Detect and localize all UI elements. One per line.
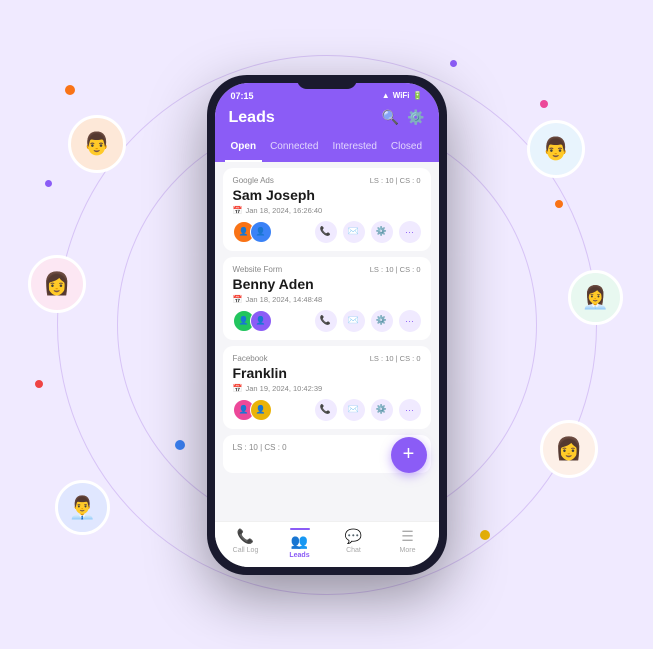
avatars-franklin: 👤 👤 — [233, 399, 272, 421]
dot-blue-1 — [175, 440, 185, 450]
dot-orange-1 — [65, 85, 75, 95]
more-btn-franklin[interactable]: ··· — [399, 399, 421, 421]
nav-leads[interactable]: 👥 Leads — [273, 528, 327, 559]
lead-card-franklin: Facebook LS : 10 | CS : 0 Franklin 📅 Jan… — [223, 346, 431, 429]
dot-red-1 — [35, 380, 43, 388]
avatar-benny-2: 👤 — [250, 310, 272, 332]
float-avatar-2: 👩 — [28, 255, 86, 313]
dot-purple-1 — [45, 180, 52, 187]
actions-benny: 📞 ✉️ ⚙️ ··· — [315, 310, 421, 332]
status-time: 07:15 — [231, 91, 254, 101]
more-btn-benny[interactable]: ··· — [399, 310, 421, 332]
call-btn-sam[interactable]: 📞 — [315, 221, 337, 243]
actions-franklin: 📞 ✉️ ⚙️ ··· — [315, 399, 421, 421]
leads-label: Leads — [289, 552, 309, 559]
footer-sam: 👤 👤 📞 ✉️ ⚙️ ··· — [233, 221, 421, 243]
calendar-icon-sam: 📅 — [233, 206, 243, 215]
dot-yellow-1 — [480, 530, 490, 540]
settings-btn-sam[interactable]: ⚙️ — [371, 221, 393, 243]
filter-icon[interactable]: ⚙️ — [407, 109, 424, 126]
tabs-bar: Open Connected Interested Closed — [215, 137, 439, 162]
float-avatar-1: 👨 — [68, 115, 126, 173]
header-icons: 🔍 ⚙️ — [382, 109, 425, 126]
bottom-nav: 📞 Call Log 👥 Leads 💬 Chat ☰ More — [215, 521, 439, 567]
date-franklin: 📅 Jan 19, 2024, 10:42:39 — [233, 384, 421, 393]
avatar-sam-2: 👤 — [250, 221, 272, 243]
leads-content: Google Ads LS : 10 | CS : 0 Sam Joseph 📅… — [215, 162, 439, 521]
name-sam: Sam Joseph — [233, 187, 421, 203]
tab-interested[interactable]: Interested — [326, 137, 382, 162]
phone-frame: 07:15 ▲ WiFi 🔋 Leads 🔍 ⚙️ Open Connected… — [207, 75, 447, 575]
actions-sam: 📞 ✉️ ⚙️ ··· — [315, 221, 421, 243]
footer-benny: 👤 👤 📞 ✉️ ⚙️ ··· — [233, 310, 421, 332]
dot-orange-2 — [555, 200, 563, 208]
date-text-sam: Jan 18, 2024, 16:26:40 — [245, 206, 322, 215]
calllog-icon: 📞 — [237, 528, 254, 545]
app-header: Leads 🔍 ⚙️ — [215, 105, 439, 137]
phone-notch — [297, 75, 357, 89]
float-avatar-3: 👨‍💼 — [55, 480, 110, 535]
name-benny: Benny Aden — [233, 276, 421, 292]
nav-leads-indicator — [290, 528, 310, 530]
email-btn-benny[interactable]: ✉️ — [343, 310, 365, 332]
call-btn-franklin[interactable]: 📞 — [315, 399, 337, 421]
status-icons: ▲ WiFi 🔋 — [382, 91, 423, 100]
calllog-label: Call Log — [233, 547, 259, 554]
tab-open[interactable]: Open — [225, 137, 263, 162]
email-btn-franklin[interactable]: ✉️ — [343, 399, 365, 421]
avatar-franklin-2: 👤 — [250, 399, 272, 421]
tab-closed[interactable]: Closed — [385, 137, 428, 162]
score-sam: LS : 10 | CS : 0 — [370, 176, 421, 185]
date-text-franklin: Jan 19, 2024, 10:42:39 — [245, 384, 322, 393]
avatars-sam: 👤 👤 — [233, 221, 272, 243]
settings-btn-franklin[interactable]: ⚙️ — [371, 399, 393, 421]
card-top-franklin: Facebook LS : 10 | CS : 0 — [233, 354, 421, 363]
add-lead-fab[interactable]: + — [391, 437, 427, 473]
date-benny: 📅 Jan 18, 2024, 14:48:48 — [233, 295, 421, 304]
card-top-benny: Website Form LS : 10 | CS : 0 — [233, 265, 421, 274]
source-franklin: Facebook — [233, 354, 268, 363]
score-franklin: LS : 10 | CS : 0 — [370, 354, 421, 363]
more-icon: ☰ — [401, 528, 414, 545]
nav-chat[interactable]: 💬 Chat — [327, 528, 381, 559]
dot-purple-2 — [450, 60, 457, 67]
float-avatar-6: 👩 — [540, 420, 598, 478]
app-title: Leads — [229, 109, 275, 127]
calendar-icon-benny: 📅 — [233, 295, 243, 304]
phone-screen: 07:15 ▲ WiFi 🔋 Leads 🔍 ⚙️ Open Connected… — [215, 83, 439, 567]
score-benny: LS : 10 | CS : 0 — [370, 265, 421, 274]
avatars-benny: 👤 👤 — [233, 310, 272, 332]
lead-card-sam: Google Ads LS : 10 | CS : 0 Sam Joseph 📅… — [223, 168, 431, 251]
tab-connected[interactable]: Connected — [264, 137, 324, 162]
name-franklin: Franklin — [233, 365, 421, 381]
dot-pink-1 — [540, 100, 548, 108]
more-btn-sam[interactable]: ··· — [399, 221, 421, 243]
partial-score: LS : 10 | CS : 0 — [233, 443, 287, 452]
card-top-sam: Google Ads LS : 10 | CS : 0 — [233, 176, 421, 185]
lead-card-benny: Website Form LS : 10 | CS : 0 Benny Aden… — [223, 257, 431, 340]
wifi-icon: WiFi — [393, 91, 410, 100]
battery-icon: 🔋 — [413, 91, 423, 100]
date-text-benny: Jan 18, 2024, 14:48:48 — [245, 295, 322, 304]
leads-icon: 👥 — [291, 533, 308, 550]
float-avatar-4: 👨 — [527, 120, 585, 178]
footer-franklin: 👤 👤 📞 ✉️ ⚙️ ··· — [233, 399, 421, 421]
nav-more[interactable]: ☰ More — [381, 528, 435, 559]
nav-calllog[interactable]: 📞 Call Log — [219, 528, 273, 559]
email-btn-sam[interactable]: ✉️ — [343, 221, 365, 243]
float-avatar-5: 👩‍💼 — [568, 270, 623, 325]
source-sam: Google Ads — [233, 176, 274, 185]
more-label: More — [400, 547, 416, 554]
source-benny: Website Form — [233, 265, 283, 274]
chat-icon: 💬 — [345, 528, 362, 545]
chat-label: Chat — [346, 547, 361, 554]
calendar-icon-franklin: 📅 — [233, 384, 243, 393]
search-icon[interactable]: 🔍 — [382, 109, 399, 126]
settings-btn-benny[interactable]: ⚙️ — [371, 310, 393, 332]
call-btn-benny[interactable]: 📞 — [315, 310, 337, 332]
date-sam: 📅 Jan 18, 2024, 16:26:40 — [233, 206, 421, 215]
signal-icon: ▲ — [382, 91, 390, 100]
